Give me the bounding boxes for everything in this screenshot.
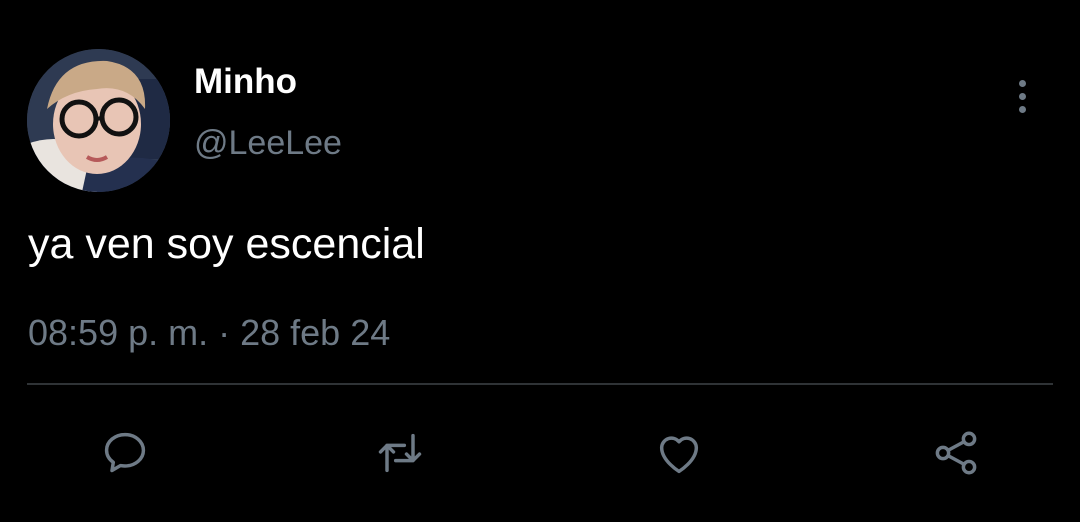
reply-icon: [104, 432, 146, 473]
avatar[interactable]: [27, 49, 170, 192]
share-button[interactable]: [928, 425, 984, 481]
more-options-icon-dot: [1018, 92, 1026, 100]
retweet-button[interactable]: [372, 425, 428, 481]
share-icon: [935, 431, 977, 475]
divider: [27, 383, 1053, 385]
reply-button[interactable]: [97, 425, 153, 481]
more-options-button[interactable]: [1004, 74, 1040, 118]
tweet-timestamp[interactable]: 08:59 p. m. · 28 feb 24: [28, 312, 390, 354]
tweet-text: ya ven soy escencial: [28, 220, 425, 268]
author-handle[interactable]: @LeeLee: [194, 124, 342, 163]
avatar-image: [27, 49, 170, 192]
more-options-icon-dot: [1018, 105, 1026, 113]
retweet-icon: [378, 433, 422, 473]
author-display-name[interactable]: Minho: [194, 62, 297, 102]
like-button[interactable]: [651, 425, 707, 481]
heart-icon: [659, 436, 699, 474]
more-options-icon: [1018, 79, 1026, 87]
